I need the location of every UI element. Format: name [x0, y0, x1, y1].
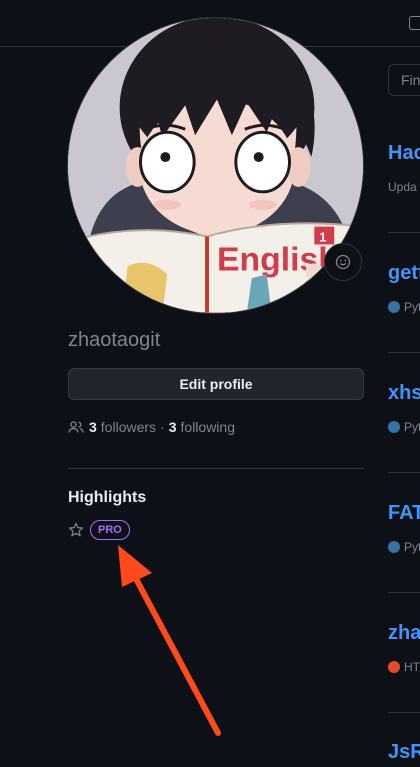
star-icon: [68, 522, 84, 537]
followers-link[interactable]: 3 followers: [89, 419, 156, 435]
people-icon: [68, 421, 84, 433]
repo-name-link[interactable]: zha: [388, 622, 420, 645]
copy-icon[interactable]: [409, 16, 420, 30]
repo-language: Pyt: [404, 540, 420, 554]
book-number-text: 1: [319, 229, 326, 244]
repo-divider: [388, 712, 420, 713]
avatar-illustration: English 1: [68, 18, 363, 313]
repo-name-link[interactable]: Hac: [388, 142, 420, 165]
following-count: 3: [168, 419, 177, 435]
repo-meta: Pyt: [388, 300, 420, 314]
repo-divider: [388, 472, 420, 473]
language-color-dot: [388, 301, 400, 313]
repo-name-link[interactable]: FAT: [388, 502, 420, 525]
repo-language: Pyt: [404, 300, 420, 314]
set-status-button[interactable]: [324, 243, 362, 281]
repo-language: Pyt: [404, 420, 420, 434]
follow-separator: ·: [160, 419, 165, 435]
highlights-title: Highlights: [68, 489, 147, 506]
followers-count: 3: [89, 419, 97, 435]
repo-meta: Pyt: [388, 420, 420, 434]
language-color-dot: [388, 661, 400, 673]
find-repository-input[interactable]: Fin: [388, 64, 420, 96]
section-divider: [68, 468, 364, 469]
repo-divider: [388, 592, 420, 593]
edit-profile-button[interactable]: Edit profile: [68, 368, 364, 400]
followers-label: followers: [100, 419, 157, 435]
repo-meta: Upda: [388, 180, 420, 194]
repo-divider: [388, 352, 420, 353]
profile-username: zhaotaogit: [68, 329, 161, 351]
following-label: following: [180, 419, 235, 435]
follow-stats: 3 followers · 3 following: [68, 418, 235, 436]
repo-name-link[interactable]: JsR: [388, 741, 420, 764]
following-link[interactable]: 3 following: [169, 419, 235, 435]
repo-name-link[interactable]: xhs: [388, 382, 420, 405]
repo-updated-text: Upda: [388, 180, 417, 194]
annotation-arrow: [118, 545, 221, 736]
repo-meta: Pyt: [388, 540, 420, 554]
smiley-icon: [335, 254, 351, 270]
book-title-text: English: [217, 240, 339, 278]
repo-meta: HT: [388, 660, 420, 674]
profile-avatar[interactable]: English 1: [67, 17, 364, 314]
repo-divider: [388, 232, 420, 233]
language-color-dot: [388, 421, 400, 433]
repo-language: HT: [404, 660, 420, 674]
repo-name-link[interactable]: gett: [388, 262, 420, 285]
language-color-dot: [388, 541, 400, 553]
